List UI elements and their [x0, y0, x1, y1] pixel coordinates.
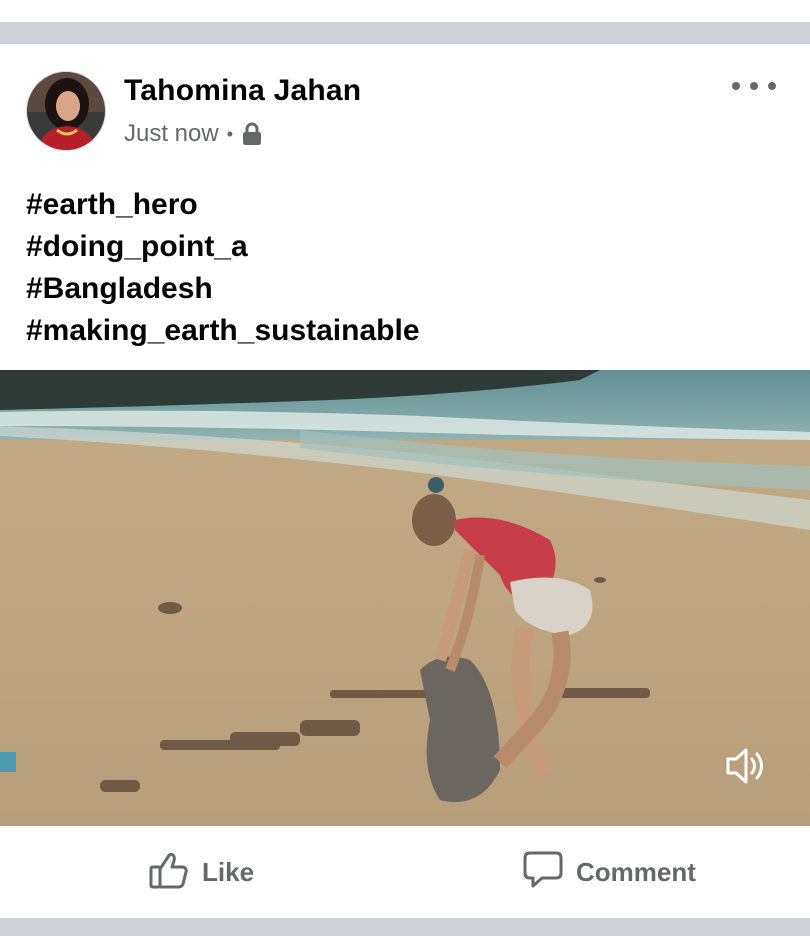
hashtag[interactable]: #making_earth_sustainable: [26, 310, 420, 352]
feed-separator-bottom: [0, 918, 810, 936]
lock-icon[interactable]: [241, 122, 263, 146]
post-caption: #earth_hero #doing_point_a #Bangladesh #…: [26, 184, 420, 352]
video-frame: [0, 370, 810, 826]
more-icon[interactable]: [732, 74, 776, 98]
post-video[interactable]: [0, 370, 810, 826]
hashtag[interactable]: #Bangladesh: [26, 268, 420, 310]
comment-button[interactable]: Comment: [522, 848, 696, 896]
like-button[interactable]: Like: [148, 848, 254, 896]
meta-separator: •: [226, 123, 234, 144]
hashtag[interactable]: #doing_point_a: [26, 226, 420, 268]
author-name[interactable]: Tahomina Jahan: [124, 74, 361, 108]
comment-label: Comment: [576, 856, 696, 887]
post-time[interactable]: Just now: [124, 120, 219, 148]
feed-separator-top: [0, 22, 810, 44]
speaker-icon[interactable]: [722, 744, 770, 788]
thumbs-up-icon: [148, 849, 190, 896]
like-label: Like: [202, 856, 255, 887]
post-actions: Like Comment: [0, 826, 810, 918]
avatar-image: [27, 72, 105, 150]
hashtag[interactable]: #earth_hero: [26, 184, 420, 226]
author-avatar[interactable]: [26, 71, 106, 151]
status-band: [0, 0, 810, 22]
feed-post: Tahomina Jahan Just now • #earth_hero #d…: [0, 44, 810, 918]
comment-bubble-icon: [522, 849, 564, 896]
post-meta: Just now •: [124, 120, 263, 148]
